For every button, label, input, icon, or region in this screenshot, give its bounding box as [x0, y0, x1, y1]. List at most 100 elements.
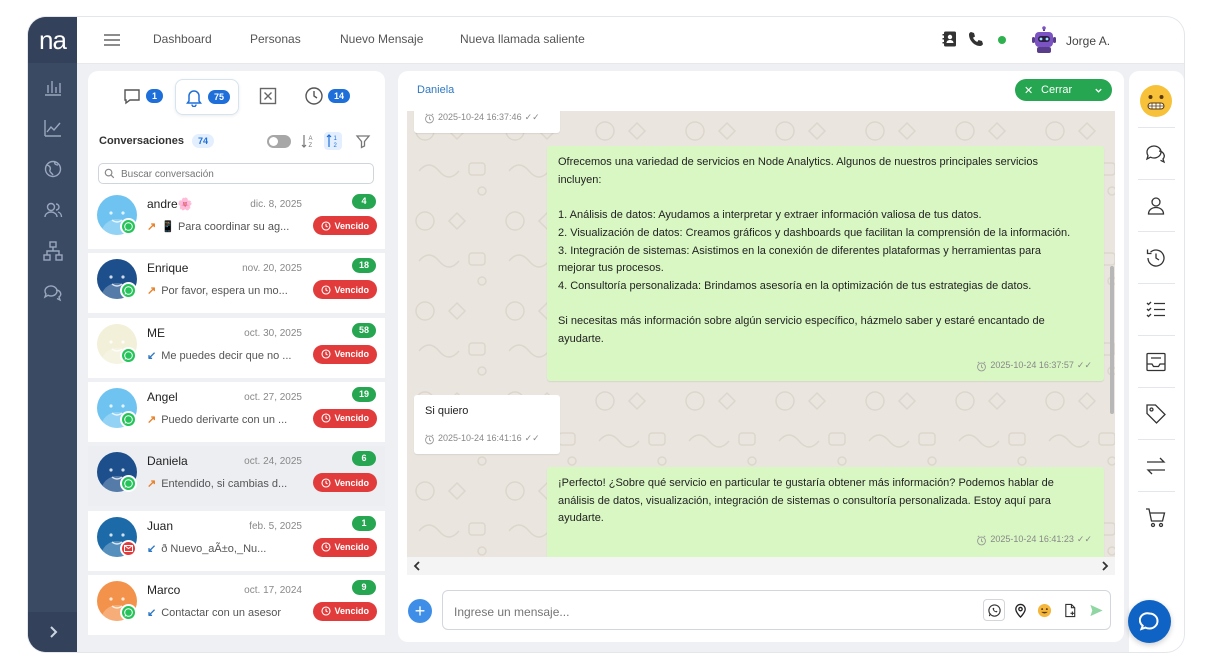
emoji-icon: [1037, 603, 1051, 617]
inbox-icon[interactable]: [1144, 350, 1168, 374]
direction-arrow-icon: ↙: [147, 542, 157, 555]
add-attachment-button[interactable]: +: [408, 599, 432, 623]
transfer-icon[interactable]: [1144, 454, 1168, 478]
send-button[interactable]: [1085, 599, 1107, 621]
bar-chart-icon[interactable]: [42, 76, 64, 98]
direction-arrow-icon: ↗: [147, 478, 157, 491]
conversation-item[interactable]: ME oct. 30, 2025 ↙ Me puedes decir que no .…: [88, 317, 385, 378]
top-bar: Dashboard Personas Nuevo Mensaje Nueva l…: [77, 17, 1184, 64]
message-text: ¡Perfecto! ¿Sobre qué servicio en partic…: [558, 477, 1054, 525]
conversation-date: oct. 30, 2025: [244, 327, 302, 339]
nav-nueva-llamada[interactable]: Nueva llamada saliente: [460, 32, 585, 46]
users-icon[interactable]: [42, 199, 64, 221]
alarm-clock-icon: [425, 113, 434, 123]
menu-icon[interactable]: [102, 30, 122, 50]
conversation-date: feb. 5, 2025: [249, 520, 302, 532]
whatsapp-template-button[interactable]: [983, 599, 1005, 621]
grimace-emoji-icon[interactable]: [1139, 84, 1173, 118]
separator: [1138, 283, 1175, 284]
location-pin-icon: [1014, 603, 1026, 618]
conversation-item[interactable]: Juan feb. 5, 2025 ↙ ð Nuevo_aÃ±o,_Nu... 1 Ven…: [88, 510, 385, 571]
cart-icon[interactable]: [1144, 506, 1168, 530]
conversation-item[interactable]: andre🌸 dic. 8, 2025 ↗ 📱 Para coordinar su a…: [88, 189, 385, 249]
whatsapp-channel-icon: [120, 346, 137, 364]
user-profile-icon[interactable]: [1144, 194, 1168, 218]
sort-desc-icon[interactable]: AZ: [299, 132, 317, 150]
chat-panel: Daniela ✕ Cerrar 2025-10-24 16:37:46 ✓✓ …: [398, 71, 1124, 642]
checklist-icon[interactable]: [1144, 298, 1168, 322]
tab-chats[interactable]: 1: [122, 79, 164, 113]
svg-text:Z: Z: [309, 143, 313, 149]
phone-icon[interactable]: [967, 30, 985, 48]
tag-icon[interactable]: [1144, 402, 1168, 426]
org-chart-icon[interactable]: [42, 240, 64, 262]
alarm-clock-icon: [977, 535, 987, 545]
tab-closed[interactable]: [258, 79, 278, 113]
clock-icon: [321, 285, 332, 295]
whatsapp-icon: [987, 603, 1001, 617]
user-name[interactable]: Jorge A.: [1066, 34, 1110, 48]
contact-name: Juan: [147, 518, 174, 533]
line-chart-icon[interactable]: [42, 117, 64, 139]
nav-dashboard[interactable]: Dashboard: [153, 32, 212, 46]
conversation-date: dic. 8, 2025: [250, 199, 302, 210]
last-message: ↙ ð Nuevo_aÃ±o,_Nu...: [147, 542, 267, 555]
nav-nuevo-mensaje[interactable]: Nuevo Mensaje: [340, 32, 423, 46]
message-meta: 2025-10-24 16:37:57 ✓✓: [976, 357, 1092, 375]
filter-icon[interactable]: [354, 132, 372, 150]
chat-bubbles-icon[interactable]: [42, 281, 64, 303]
sort-asc-icon[interactable]: 12: [324, 132, 342, 150]
direction-arrow-icon: ↙: [147, 606, 157, 619]
conversation-item[interactable]: Angel oct. 27, 2025 ↗ Puedo derivarte con u…: [88, 381, 385, 442]
nav-personas[interactable]: Personas: [250, 32, 301, 46]
conversations-icon[interactable]: [1144, 142, 1168, 166]
robot-avatar[interactable]: [1030, 26, 1058, 54]
conversation-item[interactable]: Marco oct. 17, 2024 ↙ Contactar con un ases…: [88, 574, 385, 635]
last-message: ↙ Contactar con un asesor: [147, 606, 282, 619]
tab-pending[interactable]: 14: [304, 79, 351, 113]
clock-icon: [321, 220, 332, 231]
location-button[interactable]: [1009, 599, 1031, 621]
chat-contact-name[interactable]: Daniela: [417, 84, 454, 96]
globe-icon[interactable]: [42, 158, 64, 180]
close-conversation-button[interactable]: ✕ Cerrar: [1015, 79, 1112, 101]
contacts-book-icon[interactable]: [941, 30, 959, 48]
message-text: Si quiero: [425, 405, 469, 417]
expired-badge: Vencido: [313, 601, 377, 621]
tab-notifications[interactable]: 75: [175, 79, 240, 115]
horizontal-scrollbar[interactable]: [407, 557, 1115, 575]
chevron-down-icon: [1095, 88, 1102, 93]
conversation-item[interactable]: Enrique nov. 20, 2025 ↗ Por favor, espera u…: [88, 253, 385, 314]
expired-badge: Vencido: [313, 537, 377, 557]
contact-name: ME: [147, 325, 165, 340]
vertical-scrollbar[interactable]: [1110, 266, 1114, 414]
whatsapp-channel-icon: [120, 410, 137, 428]
separator: [1138, 127, 1175, 128]
conversation-item[interactable]: Daniela oct. 24, 2025 ↗ Entendido, si cambi…: [88, 446, 385, 507]
close-label: Cerrar: [1041, 84, 1073, 96]
filter-tabs: 1 75 14: [88, 79, 385, 115]
scroll-left-icon[interactable]: [410, 559, 424, 573]
filter-toggle[interactable]: [267, 135, 291, 148]
message-area: 2025-10-24 16:37:46 ✓✓ Ofrecemos una var…: [407, 111, 1115, 557]
attach-file-button[interactable]: [1059, 599, 1081, 621]
svg-text:2: 2: [334, 143, 338, 149]
direction-arrow-icon: ↗: [147, 413, 157, 426]
message-input-box: [442, 590, 1111, 630]
expand-rail-button[interactable]: [28, 612, 77, 652]
history-icon[interactable]: [1144, 246, 1168, 270]
search-input[interactable]: [119, 165, 368, 183]
emoji-button[interactable]: [1033, 599, 1055, 621]
app-window: na Dashboard Personas Nuevo Mensaje Nuev…: [28, 17, 1184, 652]
last-message: ↙ Me puedes decir que no ...: [147, 349, 292, 362]
scroll-right-icon[interactable]: [1098, 559, 1112, 573]
support-chat-button[interactable]: [1128, 600, 1171, 643]
chevron-right-icon: [50, 626, 58, 638]
message-input[interactable]: [452, 602, 976, 621]
separator: [1138, 387, 1175, 388]
contact-name: andre🌸: [147, 197, 193, 211]
app-logo[interactable]: na: [28, 17, 77, 63]
direction-arrow-icon: ↗: [147, 221, 157, 233]
plus-icon: +: [414, 601, 426, 621]
close-box-icon: [259, 87, 277, 105]
